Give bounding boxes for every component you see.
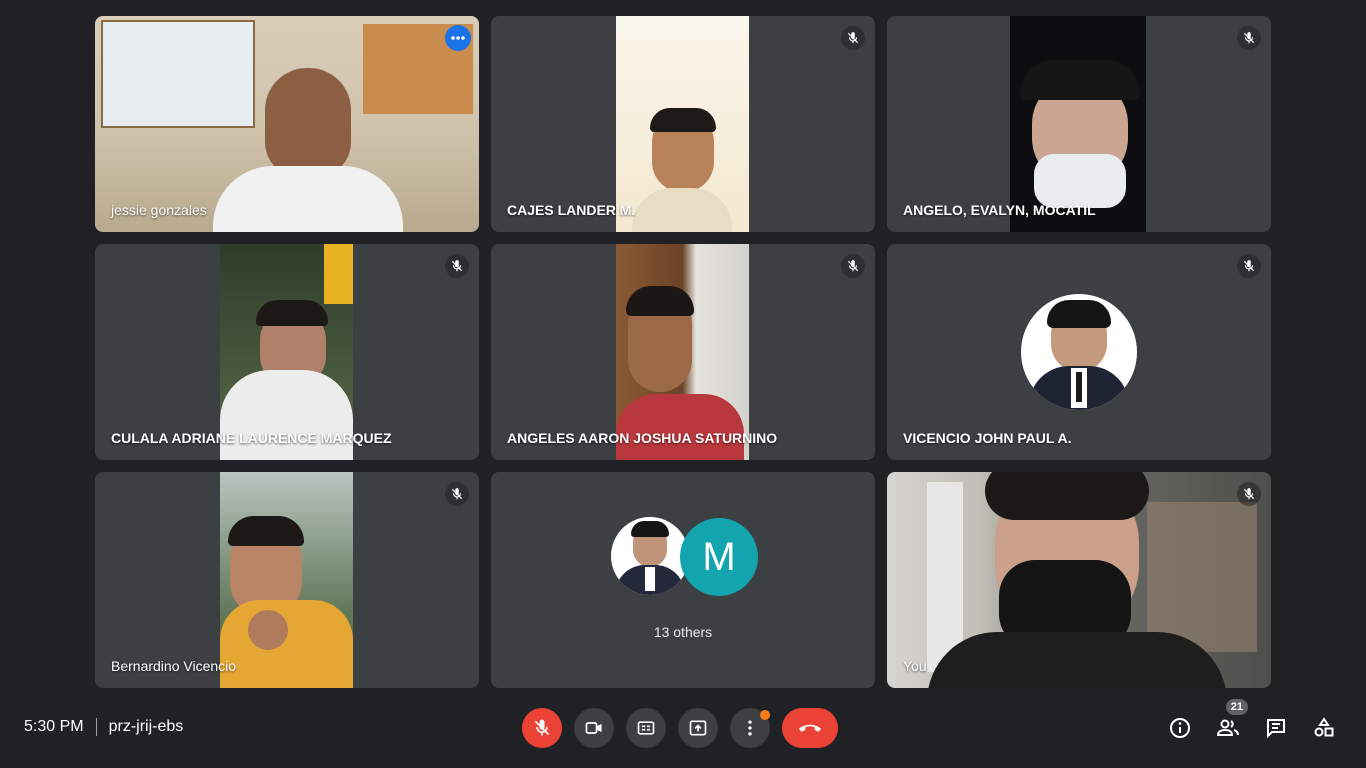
participant-name: You <box>903 658 927 674</box>
meeting-details-button[interactable] <box>1166 714 1194 742</box>
people-count-badge: 21 <box>1225 699 1248 715</box>
muted-indicator <box>841 254 865 278</box>
participant-video <box>95 16 479 232</box>
participant-name: VICENCIO JOHN PAUL A. <box>903 430 1072 446</box>
self-video <box>887 472 1271 688</box>
notification-dot <box>760 710 770 720</box>
participant-tile-jessie-gonzales[interactable]: jessie gonzales <box>95 16 479 232</box>
people-icon <box>1216 719 1239 736</box>
clock-time: 5:30 PM <box>24 718 84 735</box>
videocam-icon <box>585 722 602 734</box>
participant-tile-self[interactable]: You <box>887 472 1271 688</box>
chat-button[interactable] <box>1262 714 1290 742</box>
present-screen-icon <box>689 720 707 736</box>
muted-indicator <box>1237 482 1261 506</box>
leave-call-button[interactable] <box>782 708 838 748</box>
mic-off-icon <box>451 260 463 272</box>
participant-video <box>616 16 749 232</box>
more-options-button[interactable] <box>730 708 770 748</box>
muted-indicator <box>445 482 469 506</box>
others-tile[interactable]: M 13 others <box>491 472 875 688</box>
activities-button[interactable] <box>1310 714 1338 742</box>
other-participant-initial-avatar: M <box>680 518 758 596</box>
participant-video <box>1010 16 1146 232</box>
participant-name: Bernardino Vicencio <box>111 658 237 674</box>
participant-tile-angelo-evalyn[interactable]: ANGELO, EVALYN, MOCATIL <box>887 16 1271 232</box>
participant-tile-culala-adriane[interactable]: CULALA ADRIANE LAURENCE MARQUEZ <box>95 244 479 460</box>
closed-caption-icon <box>637 721 655 735</box>
participant-name: jessie gonzales <box>111 202 207 218</box>
participant-tile-bernardino-vicencio[interactable]: Bernardino Vicencio <box>95 472 479 688</box>
divider <box>95 718 97 736</box>
participant-tile-vicencio-john-paul[interactable]: VICENCIO JOHN PAUL A. <box>887 244 1271 460</box>
mic-off-icon <box>1243 260 1255 272</box>
meeting-code: prz-jrij-ebs <box>108 718 184 735</box>
participant-name: ANGELO, EVALYN, MOCATIL <box>903 202 1096 218</box>
more-horiz-icon <box>451 36 465 40</box>
muted-indicator <box>1237 254 1261 278</box>
chat-icon <box>1267 719 1285 739</box>
mic-off-icon <box>1243 32 1255 44</box>
captions-button[interactable] <box>626 708 666 748</box>
mic-off-icon <box>847 260 859 272</box>
call-end-icon <box>798 724 822 732</box>
participant-name: ANGELES AARON JOSHUA SATURNINO <box>507 430 778 446</box>
meeting-info: 5:30 PM prz-jrij-ebs <box>24 718 183 736</box>
other-participant-avatar <box>611 517 689 595</box>
participant-video <box>220 244 353 460</box>
present-now-button[interactable] <box>678 708 718 748</box>
participant-name: CULALA ADRIANE LAURENCE MARQUEZ <box>111 430 392 446</box>
mic-off-icon <box>534 719 550 736</box>
muted-indicator <box>841 26 865 50</box>
participant-video <box>220 472 353 688</box>
activities-shapes-icon <box>1314 717 1334 737</box>
mic-off-icon <box>451 488 463 500</box>
participant-video <box>616 244 749 460</box>
mic-off-icon <box>1243 488 1255 500</box>
more-options-button[interactable] <box>445 25 471 51</box>
participant-tile-angeles-aaron[interactable]: ANGELES AARON JOSHUA SATURNINO <box>491 244 875 460</box>
people-button[interactable]: 21 <box>1214 699 1248 742</box>
others-count-label: 13 others <box>653 624 713 640</box>
participant-name: CAJES LANDER M. <box>507 202 636 218</box>
more-vert-icon <box>748 720 752 736</box>
mic-off-icon <box>847 32 859 44</box>
mic-toggle-button[interactable] <box>522 708 562 748</box>
muted-indicator <box>445 254 469 278</box>
camera-toggle-button[interactable] <box>574 708 614 748</box>
info-icon <box>1170 718 1190 738</box>
participant-avatar <box>1021 294 1137 410</box>
participant-tile-cajes-lander[interactable]: CAJES LANDER M. <box>491 16 875 232</box>
muted-indicator <box>1237 26 1261 50</box>
